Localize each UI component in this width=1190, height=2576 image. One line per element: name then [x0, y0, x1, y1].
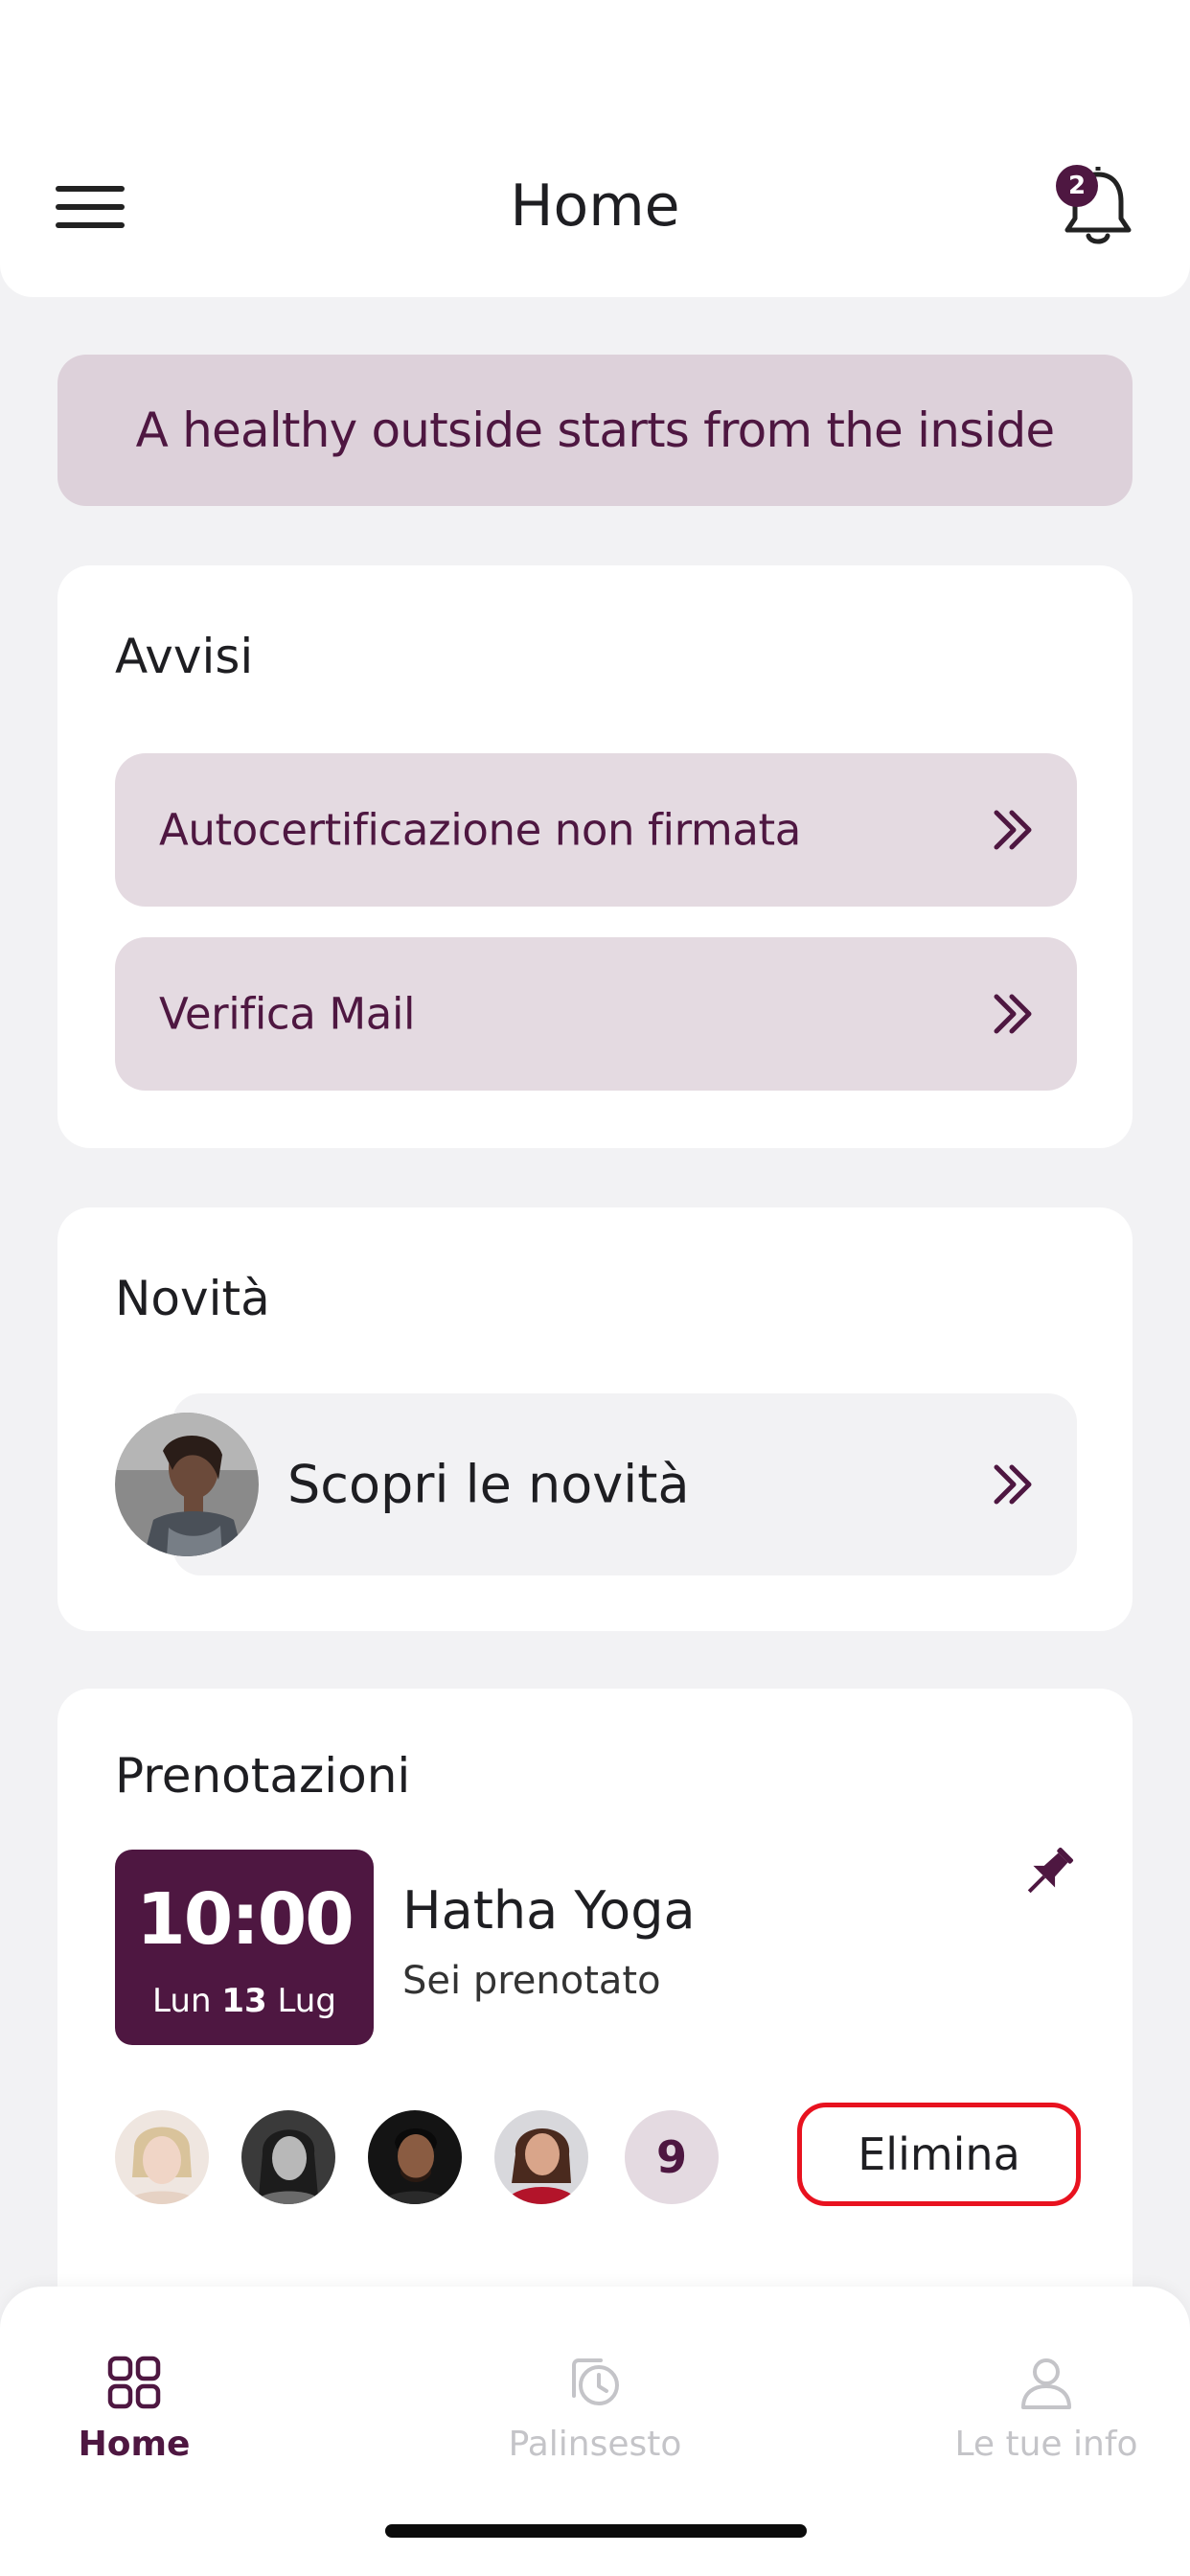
grid-icon	[107, 2356, 161, 2409]
notification-badge: 2	[1056, 165, 1098, 207]
alert-item-self-certification[interactable]: Autocertificazione non firmata	[115, 753, 1077, 907]
page-title: Home	[510, 172, 680, 240]
double-chevron-right-icon	[994, 994, 1032, 1034]
tab-home[interactable]: Home	[0, 2354, 278, 2488]
alert-label: Autocertificazione non firmata	[159, 804, 801, 856]
attendee-avatar	[241, 2110, 335, 2204]
motto-text: A healthy outside starts from the inside	[135, 402, 1056, 458]
news-avatar	[115, 1413, 259, 1556]
tab-label: Home	[78, 2425, 191, 2464]
discover-news-button[interactable]: Scopri le novità	[115, 1393, 1077, 1576]
pin-icon	[1027, 1847, 1074, 1894]
bookings-title: Prenotazioni	[115, 1748, 411, 1804]
bookings-card: Prenotazioni 10:00 Lun 13 Lug Hatha Yoga…	[57, 1689, 1133, 2359]
news-label: Scopri le novità	[287, 1454, 690, 1515]
motto-banner: A healthy outside starts from the inside	[57, 355, 1133, 506]
double-chevron-right-icon	[994, 1464, 1032, 1505]
alerts-card: Avvisi Autocertificazione non firmata Ve…	[57, 565, 1133, 1148]
app-header: Home 2	[0, 0, 1190, 297]
news-title: Novità	[115, 1271, 270, 1326]
booking-month: Lug	[277, 1982, 336, 2020]
tab-schedule[interactable]: Palinsesto	[451, 2354, 739, 2488]
booking-status: Sei prenotato	[402, 1959, 661, 2003]
attendee-avatar	[115, 2110, 209, 2204]
booking-time-box: 10:00 Lun 13 Lug	[115, 1850, 374, 2045]
booking-time: 10:00	[136, 1878, 355, 1961]
tab-label: Palinsesto	[508, 2425, 682, 2464]
double-chevron-right-icon	[994, 810, 1032, 850]
tab-your-info[interactable]: Le tue info	[903, 2354, 1190, 2488]
tab-label: Le tue info	[954, 2425, 1138, 2464]
schedule-history-icon	[572, 2358, 619, 2405]
booking-day-number: 13	[221, 1982, 267, 2020]
booking-date: Lun 13 Lug	[115, 1982, 374, 2020]
alert-item-verify-mail[interactable]: Verifica Mail	[115, 937, 1077, 1091]
pin-button[interactable]	[1018, 1842, 1079, 1903]
news-card: Novità Scopri le novità	[57, 1208, 1133, 1631]
home-indicator	[385, 2524, 807, 2538]
alerts-title: Avvisi	[115, 629, 254, 684]
delete-booking-button[interactable]: Elimina	[797, 2103, 1081, 2206]
woman-photo	[115, 1413, 259, 1556]
attendee-count-badge[interactable]: 9	[625, 2110, 719, 2204]
booking-day: Lun	[152, 1982, 212, 2020]
attendee-avatar	[494, 2110, 588, 2204]
alert-label: Verifica Mail	[159, 988, 416, 1040]
class-name: Hatha Yoga	[402, 1880, 696, 1941]
user-icon	[1021, 2358, 1071, 2409]
attendee-avatar	[368, 2110, 462, 2204]
